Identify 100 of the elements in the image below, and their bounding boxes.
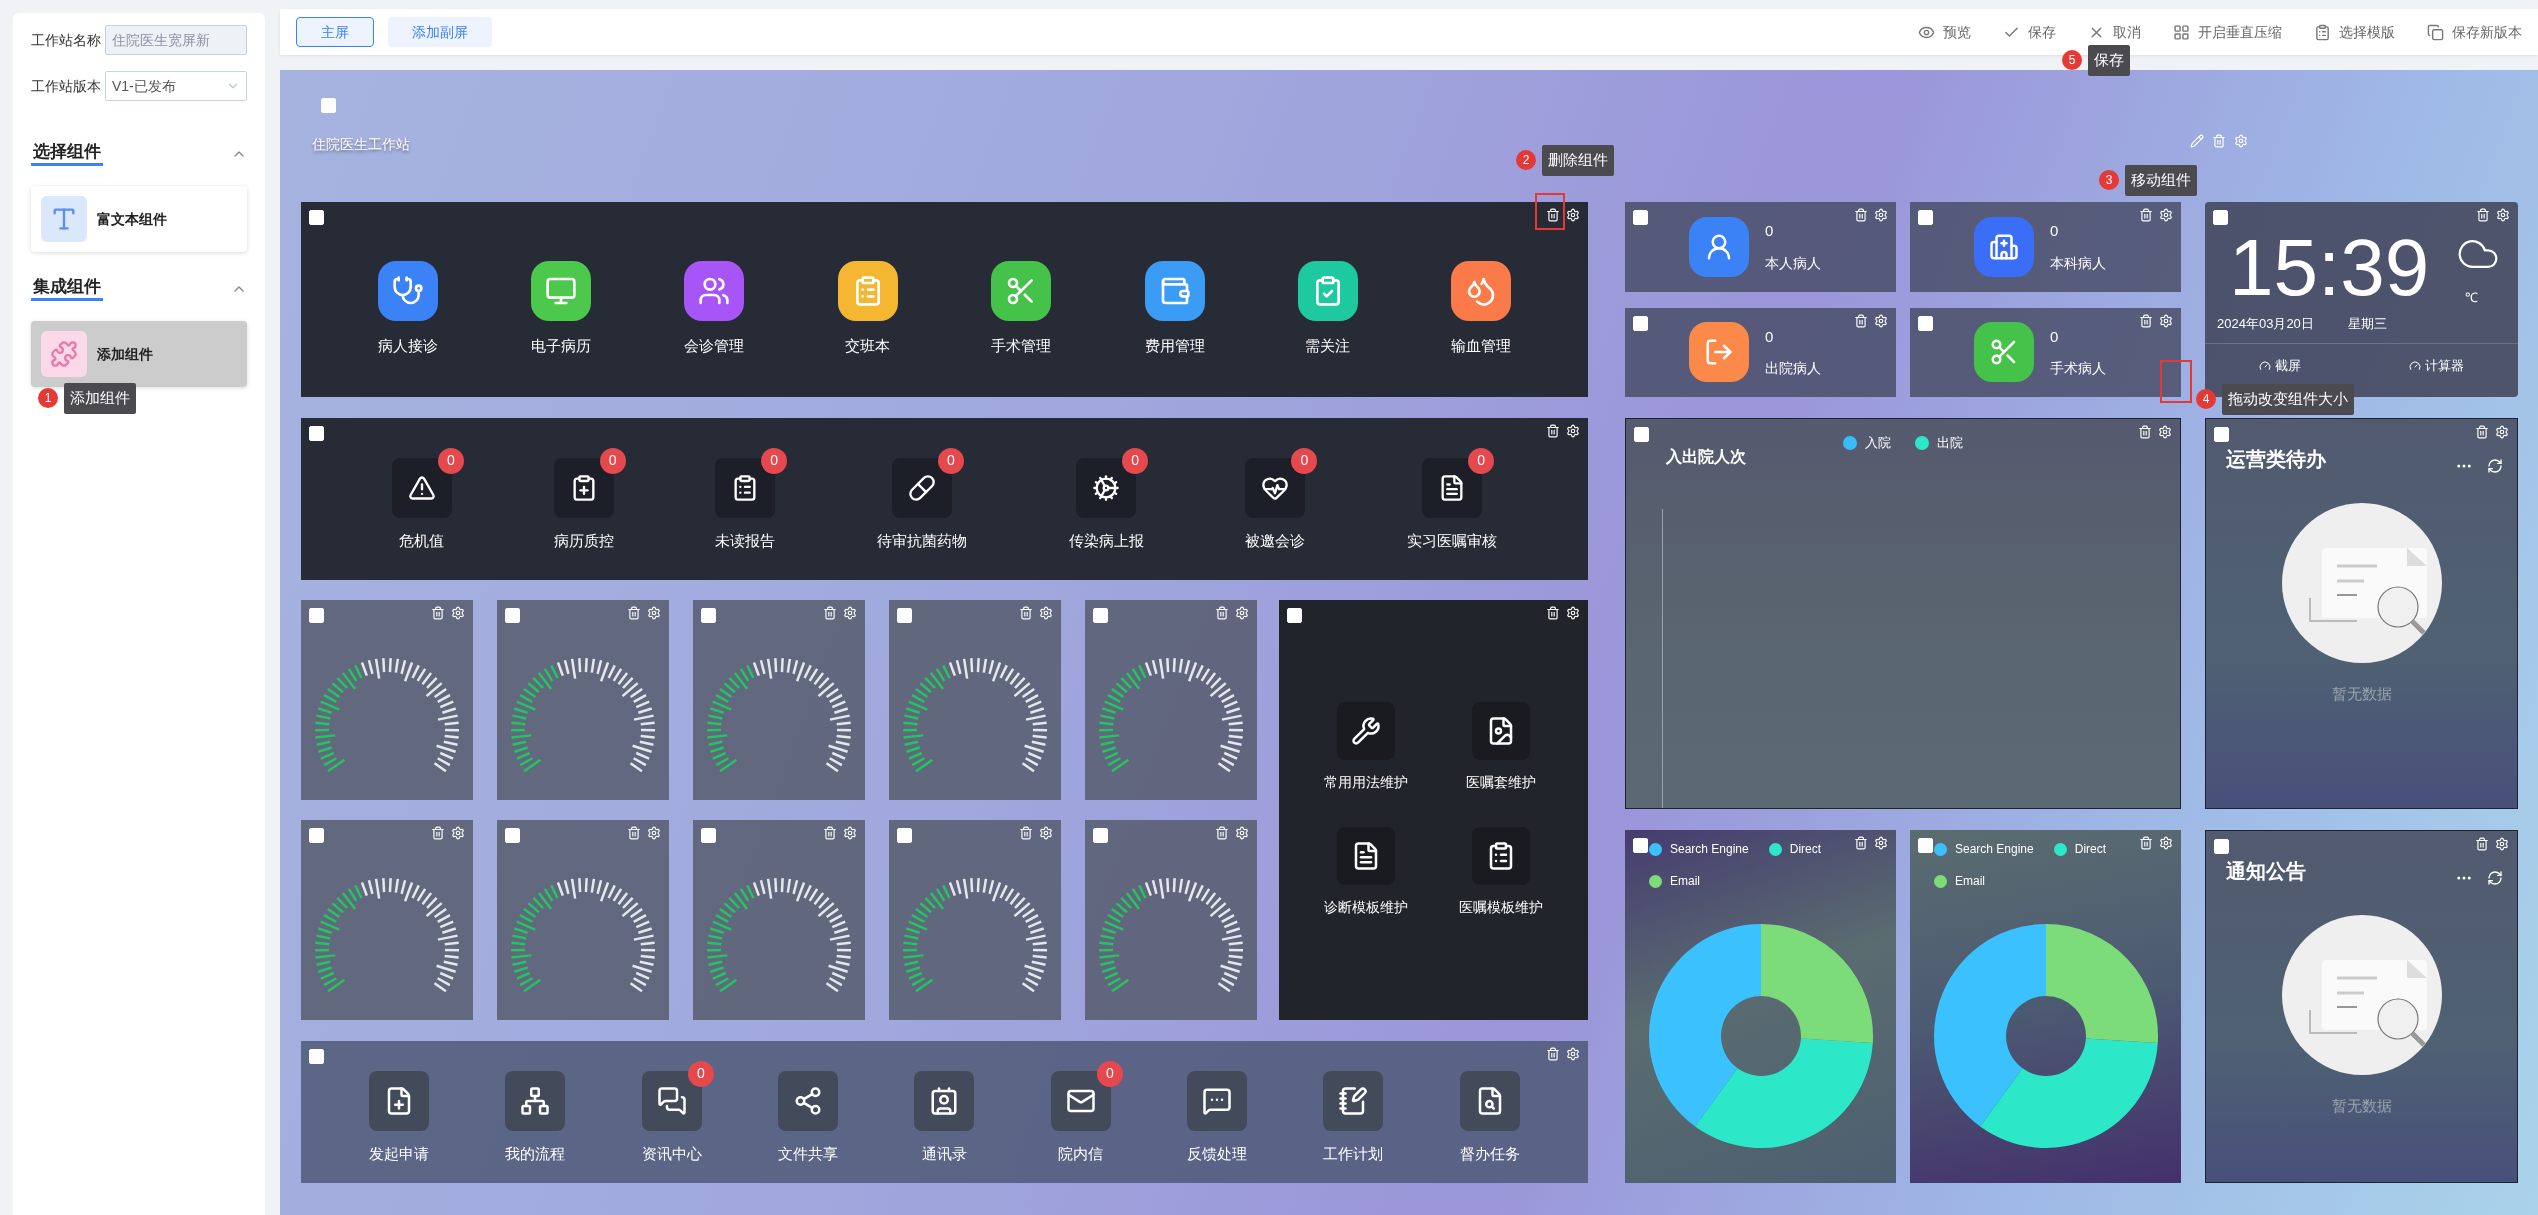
alert-label: 病历质控 [553, 530, 614, 551]
clock-action-button[interactable]: 计算器 [2409, 356, 2464, 376]
app-shortcut[interactable]: 会诊管理 [684, 261, 745, 358]
delete-icon[interactable] [2139, 208, 2153, 222]
checkbox[interactable] [309, 1049, 324, 1064]
app-shortcut[interactable]: 输血管理 [1451, 261, 1512, 358]
checkbox[interactable] [1287, 608, 1302, 623]
checkbox[interactable] [1918, 210, 1933, 225]
toolbar-button[interactable]: 选择模版 [2314, 21, 2395, 43]
office-shortcut[interactable]: 督办任务 [1443, 1058, 1536, 1166]
alert-shortcut[interactable]: 0 待审抗菌药物 [860, 445, 983, 553]
delete-icon[interactable] [1854, 208, 1868, 222]
clock-action-button[interactable]: 截屏 [2259, 356, 2301, 376]
app-shortcut[interactable]: 病人接诊 [377, 261, 438, 358]
settings-icon[interactable] [2496, 208, 2510, 222]
checkbox[interactable] [1093, 608, 1108, 623]
toolbar-button[interactable]: 取消 [2088, 21, 2141, 43]
delete-icon[interactable] [2475, 425, 2489, 439]
app-label: 会诊管理 [684, 336, 745, 357]
delete-icon[interactable] [1546, 424, 1560, 438]
office-shortcut[interactable]: 我的流程 [489, 1058, 582, 1166]
delete-icon[interactable] [1546, 208, 1560, 222]
checkbox[interactable] [2213, 210, 2228, 225]
checkbox[interactable] [1633, 838, 1648, 853]
checkbox[interactable] [2214, 839, 2229, 854]
settings-icon[interactable] [2495, 837, 2509, 851]
alert-shortcut[interactable]: 0 危机值 [375, 445, 468, 553]
checkbox[interactable] [505, 828, 520, 843]
checkbox[interactable] [897, 828, 912, 843]
checkbox[interactable] [505, 608, 520, 623]
checkbox[interactable] [1093, 828, 1108, 843]
toolbar-button[interactable]: 保存新版本 [2427, 21, 2522, 43]
maintenance-shortcut[interactable]: 医嘱模板维护 [1433, 827, 1568, 918]
settings-icon[interactable] [2159, 208, 2173, 222]
office-shortcut[interactable]: 通讯录 [898, 1058, 991, 1166]
toolbar-button[interactable]: 预览 [1918, 21, 1971, 43]
checkbox[interactable] [1633, 210, 1648, 225]
component-item[interactable]: 富文本组件 [31, 186, 247, 252]
delete-icon[interactable] [1854, 836, 1868, 850]
alert-shortcut[interactable]: 0 被邀会诊 [1229, 445, 1322, 553]
settings-icon[interactable] [1566, 424, 1580, 438]
alert-shortcut[interactable]: 0 传染病上报 [1052, 445, 1160, 553]
count-badge: 0 [599, 447, 626, 474]
delete-icon[interactable] [1854, 313, 1868, 328]
checkbox[interactable] [1633, 315, 1648, 331]
office-label: 资讯中心 [641, 1143, 702, 1164]
tooltip: 删除组件 [1542, 145, 1614, 176]
alert-shortcut[interactable]: 0 未读报告 [699, 445, 792, 553]
app-shortcut[interactable]: 费用管理 [1144, 261, 1205, 358]
settings-icon[interactable] [2495, 425, 2509, 439]
alert-shortcut[interactable]: 0 实习医嘱审核 [1391, 445, 1514, 553]
delete-icon[interactable] [2138, 425, 2152, 439]
refresh-icon[interactable] [2487, 870, 2503, 886]
settings-icon[interactable] [2159, 313, 2173, 328]
screen-tab[interactable]: 添加副屏 [388, 17, 492, 47]
delete-icon[interactable] [2139, 313, 2153, 328]
maintenance-shortcut[interactable]: 诊断模板维护 [1299, 827, 1434, 918]
panel-title: 通知公告 [2226, 859, 2306, 884]
checkbox[interactable] [1918, 838, 1933, 853]
checkbox[interactable] [701, 828, 716, 843]
office-shortcut[interactable]: 文件共享 [762, 1058, 855, 1166]
office-shortcut[interactable]: 0 院内信 [1034, 1058, 1127, 1166]
office-shortcut[interactable]: 反馈处理 [1171, 1058, 1264, 1166]
office-shortcut[interactable]: 发起申请 [353, 1058, 446, 1166]
checkbox[interactable] [309, 608, 324, 623]
checkbox[interactable] [321, 98, 336, 113]
office-shortcut[interactable]: 工作计划 [1307, 1058, 1400, 1166]
delete-icon[interactable] [2476, 208, 2490, 222]
checkbox[interactable] [897, 608, 912, 623]
checkbox[interactable] [309, 426, 324, 441]
office-shortcut[interactable]: 0 资讯中心 [625, 1058, 718, 1166]
checkbox[interactable] [1918, 315, 1933, 331]
settings-icon[interactable] [1874, 208, 1888, 222]
app-shortcut[interactable]: 电子病历 [531, 261, 592, 358]
input-field[interactable]: V1-已发布 [105, 71, 247, 101]
settings-icon[interactable] [1566, 606, 1580, 620]
app-shortcut[interactable]: 交班本 [837, 261, 898, 358]
screen-tab[interactable]: 主屏 [296, 17, 374, 47]
checkbox[interactable] [2214, 427, 2229, 442]
toolbar-button[interactable]: 保存 [2003, 21, 2056, 43]
delete-icon[interactable] [2475, 837, 2489, 851]
maintenance-shortcut[interactable]: 医嘱套维护 [1433, 702, 1568, 793]
warning-icon [407, 473, 436, 502]
empty-text: 暂无数据 [2331, 1096, 2392, 1116]
delete-icon[interactable] [1546, 606, 1560, 620]
maintenance-shortcut[interactable]: 常用用法维护 [1299, 702, 1434, 793]
settings-icon[interactable] [1874, 313, 1888, 328]
alert-shortcut[interactable]: 0 病历质控 [537, 445, 630, 553]
settings-icon[interactable] [1566, 208, 1580, 222]
settings-icon[interactable] [1874, 836, 1888, 850]
app-shortcut[interactable]: 手术管理 [991, 261, 1052, 358]
refresh-icon[interactable] [2487, 458, 2503, 474]
checkbox[interactable] [309, 210, 324, 225]
checkbox[interactable] [1634, 427, 1649, 442]
settings-icon[interactable] [2158, 425, 2172, 439]
checkbox[interactable] [309, 828, 324, 843]
toolbar-button[interactable]: 开启垂直压缩 [2173, 21, 2282, 43]
component-item[interactable]: 添加组件 [31, 321, 247, 387]
checkbox[interactable] [701, 608, 716, 623]
app-shortcut[interactable]: 需关注 [1297, 261, 1358, 358]
